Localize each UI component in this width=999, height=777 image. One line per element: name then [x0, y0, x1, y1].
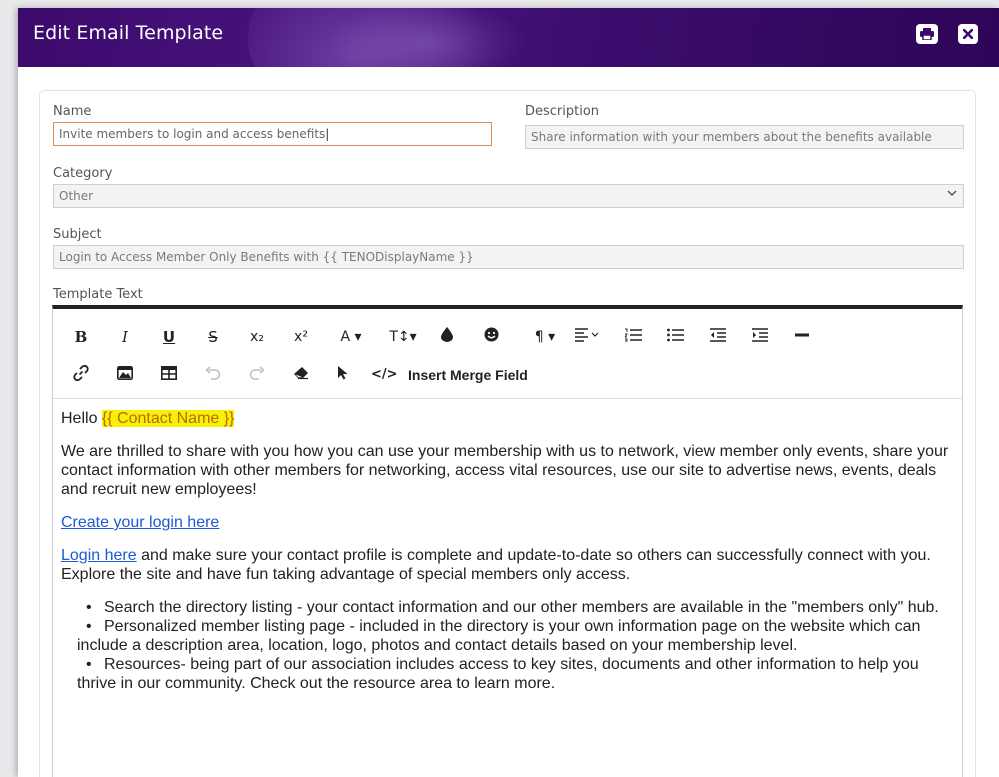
description-input[interactable]: Share information with your members abou…: [525, 125, 964, 149]
cursor-icon: [338, 366, 348, 380]
select-all-button[interactable]: [333, 365, 353, 385]
list-item: • Resources- being part of our associatio…: [77, 655, 953, 693]
bullet-icon: •: [86, 618, 92, 635]
name-input-value: Invite members to login and access benef…: [59, 127, 326, 141]
login-paragraph: Login here and make sure your contact pr…: [61, 546, 953, 584]
horizontal-line-button[interactable]: [791, 327, 813, 347]
undo-button[interactable]: [203, 365, 223, 385]
list-item-text: Personalized member listing page - inclu…: [77, 618, 921, 654]
indent-button[interactable]: [749, 327, 771, 347]
close-icon: [963, 29, 973, 39]
greeting-paragraph: Hello {{ Contact Name }}: [61, 409, 953, 428]
create-login-paragraph: Create your login here: [61, 513, 953, 532]
emoticons-button[interactable]: [481, 327, 501, 347]
category-select-value: Other: [59, 189, 94, 203]
benefits-list: • Search the directory listing - your con…: [61, 598, 953, 693]
subject-input[interactable]: Login to Access Member Only Benefits wit…: [53, 245, 964, 269]
print-button[interactable]: [916, 24, 938, 44]
ordered-list-button[interactable]: [623, 327, 645, 347]
dialog-header: Edit Email Template: [18, 8, 999, 67]
edit-email-template-dialog: Edit Email Template Name Invite members …: [18, 8, 999, 777]
unordered-list-icon: [667, 328, 684, 342]
close-button[interactable]: [958, 24, 978, 44]
align-left-icon: [575, 328, 599, 342]
insert-image-button[interactable]: [115, 365, 135, 385]
font-color-dropdown[interactable]: A ▾: [333, 327, 369, 347]
bullet-icon: •: [86, 599, 92, 616]
description-input-value: Share information with your members abou…: [531, 130, 932, 144]
underline-button[interactable]: U: [159, 327, 179, 347]
subject-input-value: Login to Access Member Only Benefits wit…: [59, 250, 474, 264]
redo-icon: [249, 366, 265, 380]
list-item-text: Resources- being part of our association…: [77, 656, 919, 692]
description-label: Description: [525, 104, 600, 119]
rich-text-editor: B I U S x₂ x² A ▾ T↕▾ ¶ ▾ </> Insert Mer…: [52, 305, 963, 777]
template-text-label: Template Text: [53, 287, 143, 302]
list-item: • Personalized member listing page - incl…: [77, 617, 953, 655]
editor-content[interactable]: Hello {{ Contact Name }} We are thrilled…: [61, 409, 953, 693]
list-item-text: Search the directory listing - your cont…: [104, 599, 939, 616]
list-item: • Search the directory listing - your con…: [77, 598, 953, 617]
background-color-button[interactable]: [437, 327, 457, 347]
unordered-list-button[interactable]: [665, 327, 687, 347]
align-dropdown[interactable]: [569, 327, 605, 347]
print-icon: [920, 28, 934, 40]
category-select[interactable]: Other: [53, 184, 964, 208]
outdent-icon: [710, 328, 726, 342]
intro-paragraph: We are thrilled to share with you how yo…: [61, 443, 949, 498]
italic-button[interactable]: I: [115, 327, 135, 347]
editor-toolbar: B I U S x₂ x² A ▾ T↕▾ ¶ ▾ </> Insert Mer…: [53, 309, 962, 399]
ordered-list-icon: [624, 328, 642, 342]
table-icon: [161, 366, 177, 380]
strikethrough-button[interactable]: S: [203, 327, 223, 347]
redo-button[interactable]: [247, 365, 267, 385]
dialog-title: Edit Email Template: [33, 22, 224, 44]
insert-link-button[interactable]: [71, 364, 91, 386]
image-icon: [117, 366, 133, 380]
chevron-down-icon: [947, 187, 957, 201]
paragraph-format-dropdown[interactable]: ¶ ▾: [527, 327, 563, 347]
greeting-prefix: Hello: [61, 410, 102, 427]
code-view-button[interactable]: </>: [371, 365, 398, 385]
name-label: Name: [53, 104, 92, 119]
smiley-icon: [484, 327, 498, 342]
horizontal-line-icon: [795, 333, 809, 337]
login-link[interactable]: Login here: [61, 547, 137, 564]
login-paragraph-text: and make sure your contact profile is co…: [61, 547, 931, 583]
subject-label: Subject: [53, 227, 102, 242]
clear-formatting-button[interactable]: [291, 365, 311, 385]
subscript-button[interactable]: x₂: [245, 327, 269, 347]
merge-field-contact-name[interactable]: {{ Contact Name }}: [101, 410, 235, 427]
code-icon: </>: [371, 367, 398, 382]
outdent-button[interactable]: [707, 327, 729, 347]
undo-icon: [205, 366, 221, 380]
insert-merge-field-button[interactable]: Insert Merge Field: [408, 365, 568, 385]
header-decoration-highlight: [328, 8, 528, 67]
bullet-icon: •: [86, 656, 92, 673]
category-label: Category: [53, 166, 113, 181]
name-input[interactable]: Invite members to login and access benef…: [53, 122, 492, 146]
font-size-dropdown[interactable]: T↕▾: [383, 327, 423, 347]
drop-icon: [441, 327, 453, 342]
bold-button[interactable]: B: [71, 327, 91, 347]
eraser-icon: [294, 367, 308, 380]
link-icon: [73, 364, 89, 382]
insert-table-button[interactable]: [159, 365, 179, 385]
indent-icon: [752, 328, 768, 342]
create-login-link[interactable]: Create your login here: [61, 514, 219, 531]
paragraph-icon: ¶ ▾: [534, 329, 556, 345]
superscript-button[interactable]: x²: [289, 327, 313, 347]
